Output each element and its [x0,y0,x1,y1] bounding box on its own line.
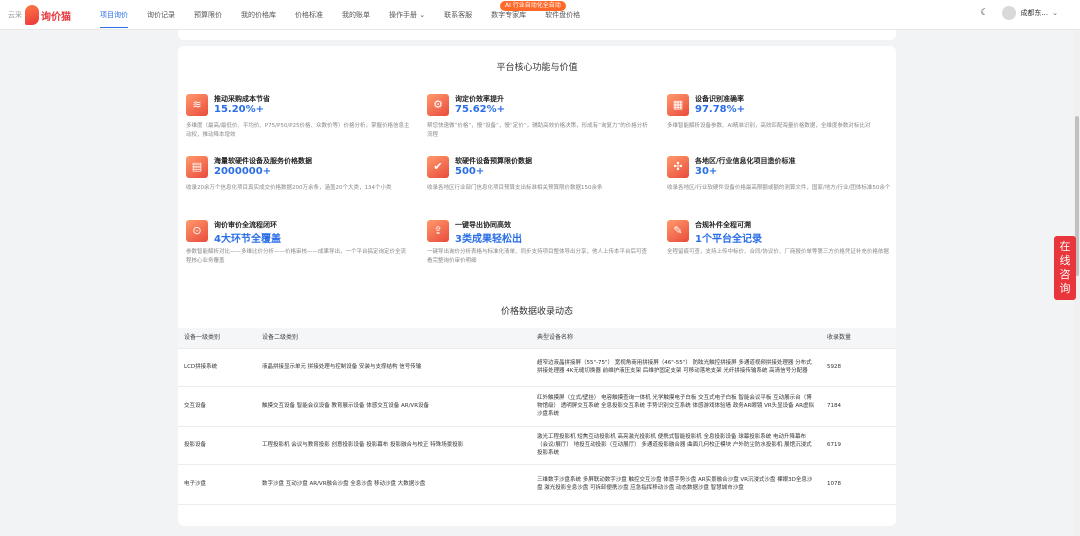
column-header: 典型设备名称 [531,328,821,349]
online-consult-button[interactable]: 在 线 咨 询 [1054,236,1076,300]
feature-value: 30+ [695,166,718,177]
record-icon: ✎ [667,220,689,242]
table-cell: 激光工程投影机 短焦互动投影机 高亮激光投影机 便携式智能投影机 全息投影设备 … [531,426,821,465]
feature-name: 推动采购成本节省 [214,95,270,103]
feature-card: ⇪ 一键导出协同高效 3类成果轻松出 一键导出询价分析表格与标准化清单、同步支持… [427,220,652,276]
consult-char: 在 [1059,240,1071,253]
ai-promo-badge[interactable]: AI 行业自动化全自动 [500,1,566,11]
feature-card: ▦ 设备识别准确率 97.78%+ 多维智能解析设备参数、AI精准识别，高效匹配… [667,94,892,150]
feature-card: ≋ 推动采购成本节省 15.20%+ 多维度（最高/最低价、平均价、P75/P5… [186,94,411,150]
consult-char: 线 [1059,254,1071,267]
feature-card: ▤ 海量软硬件设备及服务价格数据 2000000+ 收录20余万个信息化项目真实… [186,156,411,212]
feature-value: 75.62%+ [455,104,506,115]
table-cell: 投影设备 [178,426,256,465]
feature-value: 4大环节全覆盖 [214,234,281,245]
nav-item-my-bills[interactable]: 我的账单 [342,0,370,30]
main-content-panel: 平台核心功能与价值 ≋ 推动采购成本节省 15.20%+ 多维度（最高/最低价、… [178,46,896,526]
feature-name: 各地区/行业信息化项目造价标准 [695,157,796,165]
feature-name: 一键导出协同高效 [455,221,511,229]
feature-value: 97.78%+ [695,104,746,115]
cost-saving-icon: ≋ [186,94,208,116]
table-cell: 超窄边液晶拼接屏（55"-75"） 宽视角商用拼接屏（46"-55"） 防眩光触… [531,348,821,387]
nav-item-project-inquiry[interactable]: 项目询价 [100,0,128,30]
recognition-icon: ▦ [667,94,689,116]
consult-char: 咨 [1059,268,1071,281]
table-header-row: 设备一级类别 设备二级类别 典型设备名称 收录数量 [178,328,896,349]
export-icon: ⇪ [427,220,449,242]
table-cell: 触摸交互设备 智能会议设备 教育展示设备 体感交互设备 AR/VR设备 [256,386,531,427]
top-navigation-bar: 云采 询价猫 项目询价 询价记录 预算限价 我的价格库 价格标准 我的账单 操作… [0,0,1080,30]
table-cell: 红外触摸屏（立式/壁挂） 电容触摸查询一体机 光学触摸电子白板 交互式电子白板 … [531,386,821,427]
feature-card: ✔ 软硬件设备预算限价数据 500+ 收录各地区行业部门信息化项目预算支出标准相… [427,156,652,212]
nav-item-price-standards[interactable]: 价格标准 [295,0,323,30]
column-header: 设备二级类别 [256,328,531,349]
price-data-icon: ▤ [186,156,208,178]
nav-item-my-price-library[interactable]: 我的价格库 [241,0,276,30]
table-cell: 7184 [821,386,896,427]
consult-char: 询 [1059,282,1071,295]
table-cell: 1078 [821,464,896,505]
table-cell: 交互设备 [178,386,256,427]
column-header: 收录数量 [821,328,896,349]
brand-logo[interactable]: 云采 询价猫 [8,4,71,26]
feature-desc: 帮您快速做“价格”，慢“设备”，慢“定价”，辅助高效价格决策，形成有“询复力”的… [427,123,648,138]
feature-desc: 全程留痕可查，支持上传中标价、合同/协议价、厂商报价单等第三方价格凭证补充价格依… [667,249,889,255]
table-cell: 5928 [821,348,896,387]
table-cell: 工程投影机 会议与教育投影 创意投影设备 投影幕布 投影融合与校正 特殊场景投影 [256,426,531,465]
feature-name: 软硬件设备预算限价数据 [455,157,532,165]
table-cell: 液晶拼接显示单元 拼接处理与控制设备 安装与支撑结构 信号传输 [256,348,531,387]
logo-text: 询价猫 [41,11,71,23]
feature-desc: 多维智能解析设备参数、AI精准识别，高效匹配海量价格数据，全维度参数对标比对 [667,123,871,129]
feature-card: ✎ 合规补件全程可溯 1个平台全记录 全程留痕可查，支持上传中标价、合同/协议价… [667,220,892,276]
feature-desc: 一键导出询价分析表格与标准化清单、同步支持项目整体导出分享，他人上传本平台后可查… [427,249,648,264]
previous-section-card [178,30,896,40]
section-title-core-features: 平台核心功能与价值 [496,63,578,73]
network-icon: ✣ [667,156,689,178]
feature-card: ✣ 各地区/行业信息化项目造价标准 30+ 收录各地区/行业软硬件设备价格最高限… [667,156,892,212]
table-row: 交互设备 触摸交互设备 智能会议设备 教育展示设备 体感交互设备 AR/VR设备… [178,386,896,427]
section-title-price-data: 价格数据收录动态 [500,307,573,317]
feature-name: 海量软硬件设备及服务价格数据 [214,157,312,165]
nav-item-contact-support[interactable]: 联系客服 [444,0,472,30]
table-cell: 电子沙盘 [178,464,256,505]
efficiency-icon: ⚙ [427,94,449,116]
table-cell: 三维数字沙盘系统 多屏联动数字沙盘 触控交互沙盘 体感手势沙盘 AR实景融合沙盘… [531,464,821,505]
table-row: LCD拼接系统 液晶拼接显示单元 拼接处理与控制设备 安装与支撑结构 信号传输 … [178,348,896,387]
table-row: 投影设备 工程投影机 会议与教育投影 创意投影设备 投影幕布 投影融合与校正 特… [178,426,896,465]
dark-mode-icon[interactable]: ☾ [980,8,990,18]
feature-desc: 收录20余万个信息化项目真实成交价格数据200万余条，涵盖20个大类，134个小… [186,185,392,191]
feature-desc: 收录各地区行业部门信息化项目预算支出标准相关预算限价数据150余条 [427,185,603,191]
feature-card: ⊙ 询价审价全流程闭环 4大环节全覆盖 参数智能解析对比——多维比价分析——价格… [186,220,411,276]
nav-item-inquiry-records[interactable]: 询价记录 [147,0,175,30]
feature-name: 合规补件全程可溯 [695,221,751,229]
workflow-icon: ⊙ [186,220,208,242]
table-cell: 6719 [821,426,896,465]
feature-card: ⚙ 询定价效率提升 75.62%+ 帮您快速做“价格”，慢“设备”，慢“定价”，… [427,94,652,150]
shield-check-icon: ✔ [427,156,449,178]
avatar[interactable] [1002,6,1017,20]
logo-mark-icon [25,5,39,25]
feature-value: 1个平台全记录 [695,234,762,245]
feature-value: 2000000+ [214,166,272,177]
feature-value: 500+ [455,166,485,177]
header-right-tools: ☾ 成都东... ⌄ [980,6,1058,20]
user-name[interactable]: 成都东... [1020,8,1048,18]
feature-name: 询价审价全流程闭环 [214,221,277,229]
feature-name: 询定价效率提升 [455,95,504,103]
feature-desc: 参数智能解析对比——多维比价分析——价格审核——成果导出，一个平台搞定询定价全流… [186,249,407,264]
chevron-down-icon[interactable]: ⌄ [1052,9,1058,17]
nav-item-manual[interactable]: 操作手册 ⌄ [389,0,425,30]
nav-item-budget-limit[interactable]: 预算限价 [194,0,222,30]
feature-desc: 收录各地区/行业软硬件设备价格最高限额或额的测算文件，国家/地方/行业/团体标准… [667,185,891,191]
column-header: 设备一级类别 [178,328,256,349]
table-cell: LCD拼接系统 [178,348,256,387]
logo-small-text: 云采 [8,11,22,19]
table-cell: 数字沙盘 互动沙盘 AR/VR融合沙盘 全息沙盘 移动沙盘 大数据沙盘 [256,464,531,505]
feature-value: 15.20%+ [214,104,265,115]
feature-name: 设备识别准确率 [695,95,744,103]
table-row: 电子沙盘 数字沙盘 互动沙盘 AR/VR融合沙盘 全息沙盘 移动沙盘 大数据沙盘… [178,464,896,505]
feature-value: 3类成果轻松出 [455,234,522,245]
feature-desc: 多维度（最高/最低价、平均价、P75/P50/P25价格、众数价等）价格分析，掌… [186,123,410,138]
price-data-table: 设备一级类别 设备二级类别 典型设备名称 收录数量 LCD拼接系统 液晶拼接显示… [178,328,896,505]
